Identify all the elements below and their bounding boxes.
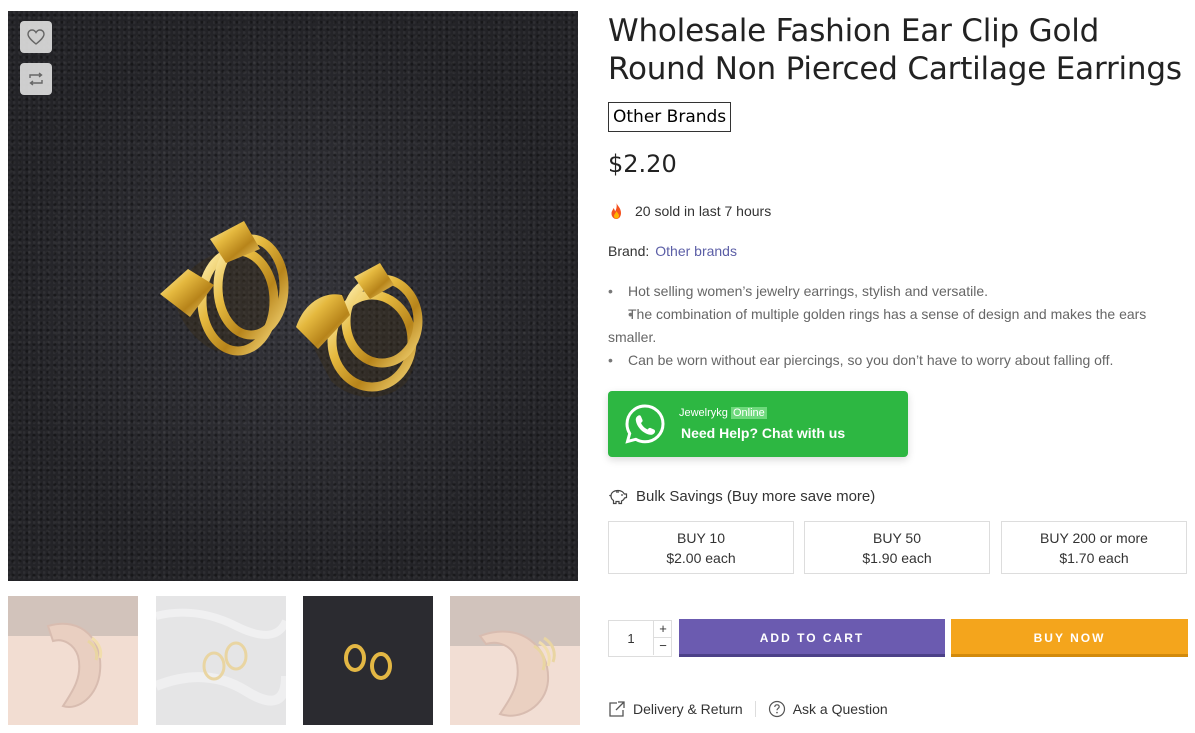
quantity-input[interactable]: 1 [609,621,653,656]
feature-list: Hot selling women’s jewelry earrings, st… [608,280,1178,372]
ask-question-link[interactable]: Ask a Question [768,700,888,718]
bulk-tier-200[interactable]: BUY 200 or more $1.70 each [1001,521,1187,574]
product-price: $2.20 [608,150,677,178]
tier-price: $2.00 each [666,550,736,566]
compare-arrows-icon [29,72,43,86]
bulk-savings-label: Bulk Savings (Buy more save more) [636,487,876,505]
add-to-cart-button[interactable]: ADD TO CART [679,619,945,657]
delivery-return-link[interactable]: Delivery & Return [608,700,743,718]
tier-price: $1.90 each [862,550,932,566]
bulk-tier-50[interactable]: BUY 50 $1.90 each [804,521,990,574]
feature-item: Can be worn without ear piercings, so yo… [608,349,1178,372]
piggy-bank-icon [608,489,628,505]
question-circle-icon [768,700,785,718]
product-extra-links: Delivery & Return Ask a Question [608,700,888,718]
gold-ear-cuffs-image [160,221,423,398]
chat-cta-text: Need Help? Chat with us [681,425,846,441]
share-box-icon [609,701,625,717]
agent-name: Jewelrykg [679,407,728,419]
fire-icon [611,203,621,219]
brand-link[interactable]: Other brands [655,243,737,259]
product-title: Wholesale Fashion Ear Clip Gold Round No… [608,13,1182,87]
whatsapp-chat-button[interactable]: Jewelrykg Online Need Help? Chat with us [608,391,908,457]
quantity-stepper: 1 + − [608,620,672,657]
tier-price: $1.70 each [1059,550,1129,566]
feature-item: The combination of multiple golden rings… [608,303,1178,349]
brand-label: Brand: [608,243,650,259]
link-divider [754,701,756,717]
thumbnail-fabric[interactable] [156,596,286,725]
buy-now-button[interactable]: BUY NOW [951,619,1188,657]
agent-line: Jewelrykg Online [679,407,767,419]
vendor-tag[interactable]: Other Brands [608,102,732,132]
tier-quantity: BUY 50 [873,530,921,546]
compare-button[interactable] [20,63,52,95]
online-status-badge: Online [730,407,767,419]
ask-question-label: Ask a Question [792,701,888,717]
thumbnail-dark[interactable] [303,596,433,725]
thumbnail-ear-model[interactable] [8,596,138,725]
quantity-increase-button[interactable]: + [653,621,672,638]
heart-icon [27,29,45,45]
sold-counter: 20 sold in last 7 hours [608,202,771,220]
earrings-on-dark-thumbnail-image [303,596,433,725]
quantity-decrease-button[interactable]: − [653,638,672,655]
delivery-return-label: Delivery & Return [633,701,743,717]
whatsapp-icon [625,404,665,444]
tier-quantity: BUY 200 or more [1040,530,1148,546]
bulk-tier-10[interactable]: BUY 10 $2.00 each [608,521,794,574]
thumbnail-ear-closeup[interactable] [450,596,580,725]
bulk-savings-heading: Bulk Savings (Buy more save more) [608,487,875,505]
tier-quantity: BUY 10 [677,530,725,546]
sold-text: 20 sold in last 7 hours [635,203,772,219]
thumbnail-strip [8,596,580,726]
feature-item: Hot selling women’s jewelry earrings, st… [608,280,1178,303]
wishlist-button[interactable] [20,21,52,53]
brand-line: Brand: Other brands [608,243,737,259]
main-product-image[interactable] [8,11,578,581]
